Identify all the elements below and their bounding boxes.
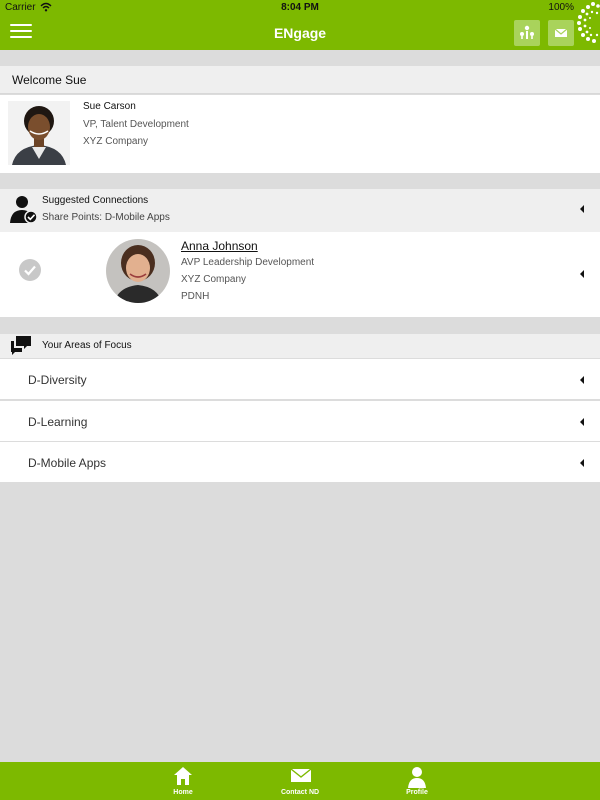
chevron-left-icon[interactable] [580, 270, 584, 278]
battery-label: 100% [548, 2, 574, 13]
status-time: 8:04 PM [281, 2, 319, 13]
focus-item-diversity[interactable]: D-Diversity [0, 358, 600, 399]
profile-company: XYZ Company [83, 136, 149, 147]
network-button[interactable] [514, 20, 540, 46]
welcome-header: Welcome Sue [0, 66, 600, 94]
profile-card[interactable]: Sue Carson VP, Talent Development XYZ Co… [0, 95, 600, 173]
app-title: ENgage [273, 25, 327, 41]
mail-icon [290, 768, 312, 782]
profile-job-title: VP, Talent Development [83, 119, 189, 130]
mail-button[interactable] [548, 20, 574, 46]
connection-card[interactable] [0, 232, 600, 317]
tab-label: Home [173, 789, 193, 796]
mail-icon [554, 28, 568, 37]
connection-name-link[interactable]: Anna Johnson [181, 239, 258, 253]
tab-home[interactable]: Home [143, 762, 223, 800]
chevron-left-icon [580, 376, 584, 384]
focus-item-label: D-Diversity [28, 373, 87, 387]
chevron-left-icon [580, 459, 584, 467]
suggested-connections-header[interactable]: Suggested Connections Share Points: D-Mo… [0, 189, 600, 232]
network-icon [520, 25, 534, 39]
connection-company: XYZ Company [181, 274, 247, 285]
connection-photo [106, 239, 170, 303]
app-header: Carrier 8:04 PM 100% ENgage [0, 0, 600, 50]
check-circle-icon[interactable] [19, 259, 41, 281]
focus-item-label: D-Learning [28, 415, 88, 429]
profile-photo [8, 101, 70, 165]
chevron-left-icon [580, 205, 584, 213]
welcome-title: Welcome Sue [12, 73, 87, 87]
focus-title: Your Areas of Focus [42, 340, 132, 351]
tab-profile[interactable]: Profile [377, 762, 457, 800]
focus-item-mobile-apps[interactable]: D-Mobile Apps [0, 441, 600, 482]
suggested-connections-title: Suggested Connections [42, 195, 149, 206]
person-icon [408, 767, 426, 788]
chat-bubbles-icon [11, 336, 31, 355]
tab-label: Profile [406, 789, 428, 796]
connection-group: PDNH [181, 291, 210, 302]
chevron-left-icon [580, 418, 584, 426]
profile-name: Sue Carson [83, 101, 136, 112]
person-check-icon [10, 196, 38, 223]
focus-item-label: D-Mobile Apps [28, 456, 107, 470]
tab-label: Contact ND [280, 789, 320, 796]
status-bar: Carrier 8:04 PM 100% [0, 0, 600, 16]
connection-job-title: AVP Leadership Development [181, 257, 315, 268]
brand-logo [577, 2, 600, 43]
tab-bar: Home Contact ND Profile [0, 762, 600, 800]
share-points-label: Share Points: D-Mobile Apps [42, 212, 170, 223]
home-icon [174, 767, 192, 785]
focus-item-learning[interactable]: D-Learning [0, 400, 600, 441]
tab-contact-nd[interactable]: Contact ND [260, 762, 340, 800]
